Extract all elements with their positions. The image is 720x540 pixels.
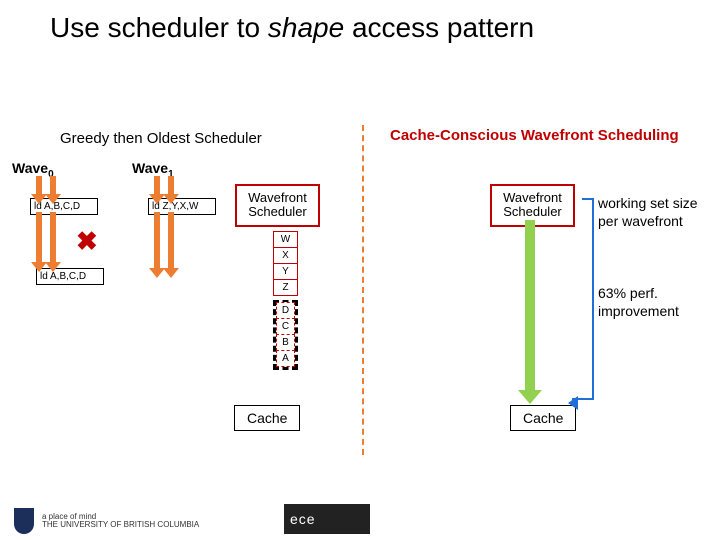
ece-badge: ece — [284, 504, 370, 534]
stack-cell: D — [276, 302, 295, 319]
wavefront-scheduler-left: Wavefront Scheduler — [235, 184, 320, 227]
stack-cell: Y — [273, 263, 298, 280]
stack-cell: B — [276, 334, 295, 351]
cache-left: Cache — [234, 405, 300, 431]
left-heading: Greedy then Oldest Scheduler — [60, 130, 262, 147]
bracket-line — [592, 198, 594, 398]
footer-text: a place of mind THE UNIVERSITY OF BRITIS… — [42, 513, 199, 529]
ubc-logo-icon — [14, 508, 34, 534]
mem-stack-wxyz: W X Y Z — [273, 232, 298, 296]
stack-cell: A — [276, 350, 295, 367]
right-heading: Cache-Conscious Wavefront Scheduling — [390, 127, 679, 144]
slide-title: Use scheduler to shape access pattern — [50, 12, 534, 44]
stack-cell: C — [276, 318, 295, 335]
mem-stack-dcba: D C B A — [273, 300, 298, 370]
arrow-down-green-icon — [525, 220, 535, 390]
arrow-head-icon — [568, 396, 578, 410]
arrow-down-icon — [36, 212, 42, 262]
arrow-down-icon — [168, 212, 174, 268]
vertical-divider — [362, 125, 364, 455]
stack-cell: Z — [273, 279, 298, 296]
note-working-set: working set size per wavefront — [598, 195, 708, 230]
stack-cell: W — [273, 231, 298, 248]
title-suffix: access pattern — [344, 12, 534, 43]
arrow-down-icon — [50, 212, 56, 262]
footer: a place of mind THE UNIVERSITY OF BRITIS… — [14, 508, 199, 534]
title-emph: shape — [268, 12, 344, 43]
wave0-label: Wave0 — [12, 160, 54, 180]
cross-icon: ✖ — [76, 226, 98, 257]
stack-cell: X — [273, 247, 298, 264]
arrow-down-icon — [36, 176, 42, 194]
note-improvement: 63% perf. improvement — [598, 285, 708, 320]
arrow-down-icon — [154, 176, 160, 194]
title-prefix: Use scheduler to — [50, 12, 268, 43]
arrow-down-icon — [50, 176, 56, 194]
cache-right: Cache — [510, 405, 576, 431]
arrow-down-icon — [168, 176, 174, 194]
arrow-down-icon — [154, 212, 160, 268]
